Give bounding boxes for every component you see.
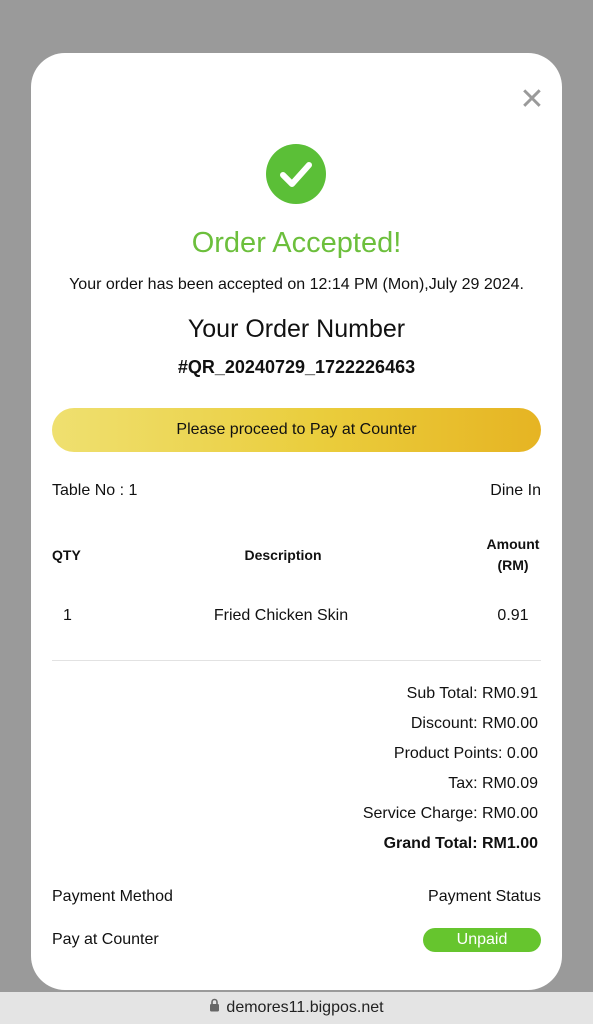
pay-at-counter-banner: Please proceed to Pay at Counter	[52, 408, 541, 452]
item-qty: 1	[63, 607, 72, 624]
product-points: Product Points: 0.00	[393, 745, 538, 762]
service-charge: Service Charge: RM0.00	[362, 805, 538, 822]
discount: Discount: RM0.00	[410, 715, 538, 732]
order-type: Dine In	[490, 482, 541, 499]
order-number-label: Your Order Number	[187, 315, 406, 343]
column-header-qty: QTY	[52, 547, 81, 563]
item-description: Fried Chicken Skin	[213, 607, 349, 624]
status-badge: Unpaid	[423, 928, 541, 952]
grand-total: Grand Total: RM1.00	[383, 835, 538, 852]
totals-summary: Sub Total: RM0.91 Discount: RM0.00 Produ…	[218, 683, 538, 863]
table-number: Table No : 1	[52, 482, 138, 499]
tax: Tax: RM0.09	[448, 775, 538, 792]
column-header-amount-line1: Amount	[486, 536, 540, 552]
sub-total: Sub Total: RM0.91	[406, 685, 538, 702]
order-number: #QR_20240729_1722226463	[177, 357, 416, 377]
item-amount: 0.91	[497, 607, 529, 624]
checkmark-icon	[266, 144, 326, 204]
address-bar[interactable]: demores11.bigpos.net	[0, 992, 593, 1024]
payment-status-label: Payment Status	[428, 888, 541, 905]
payment-method-value: Pay at Counter	[52, 931, 159, 948]
column-header-amount-line2: (RM)	[497, 557, 529, 573]
lock-icon	[209, 992, 220, 1024]
divider	[52, 660, 541, 661]
accepted-message: Your order has been accepted on 12:14 PM…	[69, 276, 524, 293]
url-text: demores11.bigpos.net	[226, 999, 384, 1017]
column-header-amount: Amount (RM)	[473, 536, 553, 573]
close-icon[interactable]: ✕	[518, 85, 546, 115]
page-title: Order Accepted!	[191, 227, 402, 259]
column-header-description: Description	[244, 547, 322, 563]
payment-method-label: Payment Method	[52, 888, 173, 905]
